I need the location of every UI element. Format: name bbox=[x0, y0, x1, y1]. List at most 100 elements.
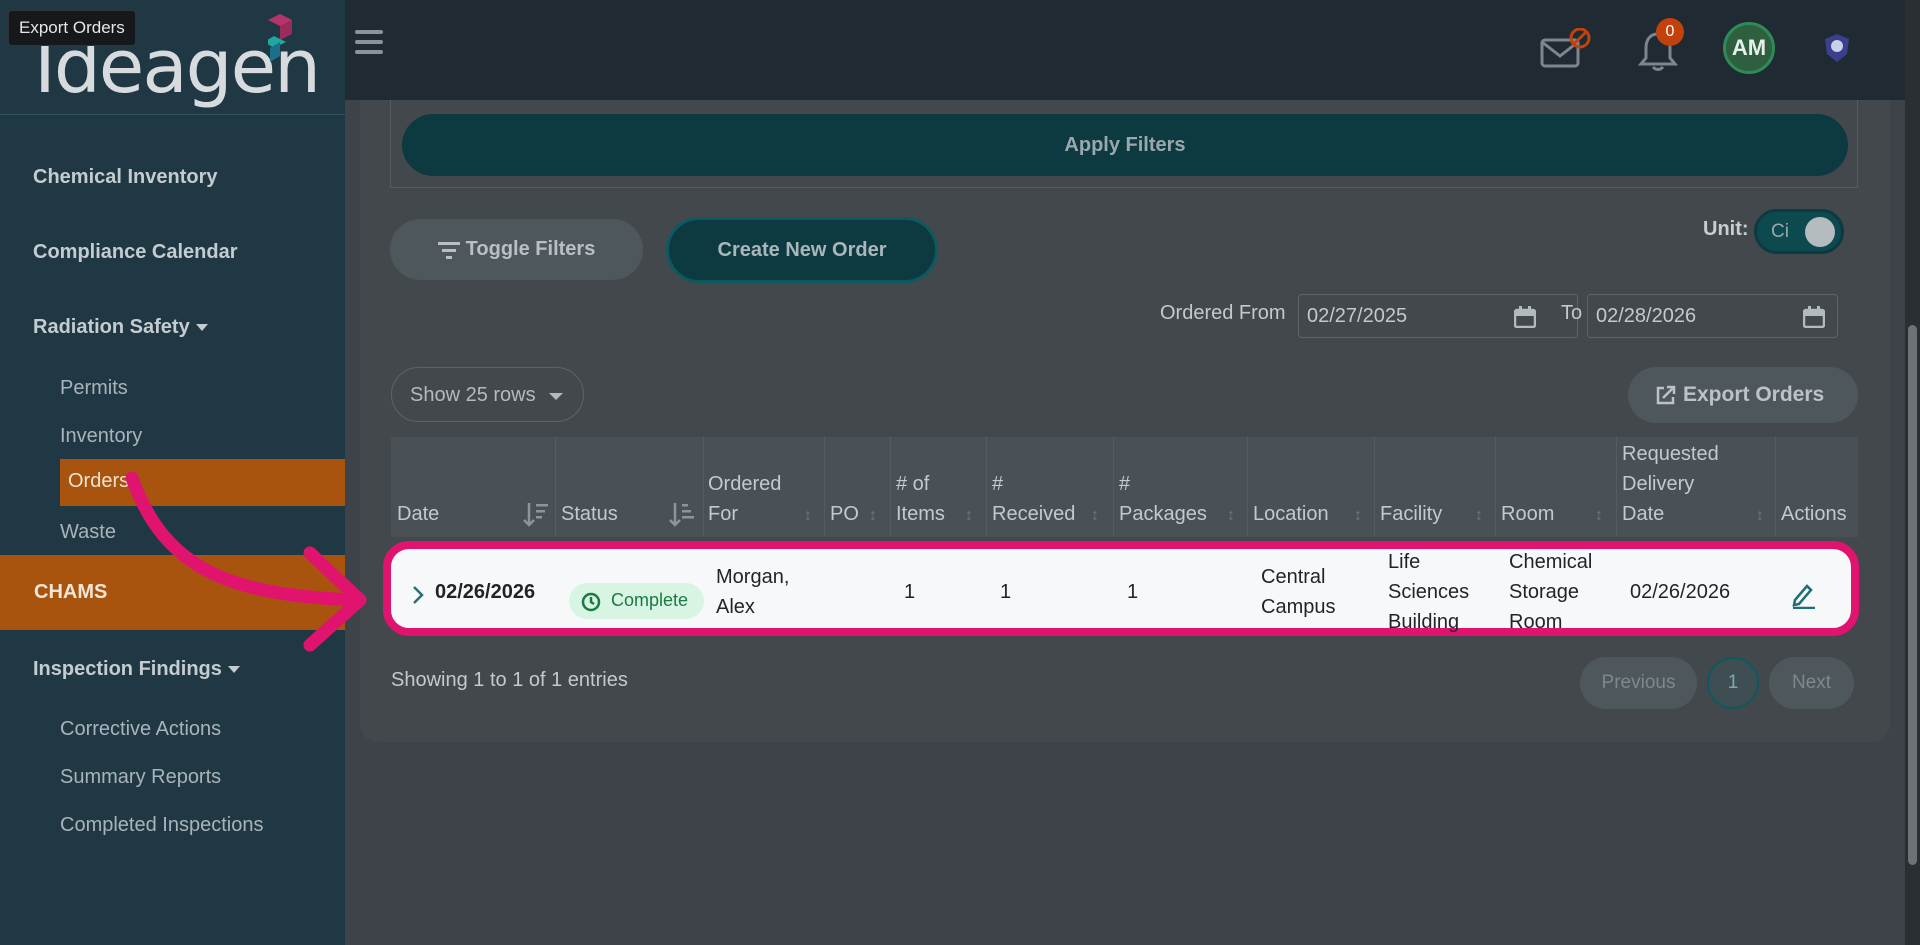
sort-desc-icon[interactable] bbox=[523, 501, 549, 527]
export-icon bbox=[1656, 385, 1676, 405]
nav-summary-reports[interactable]: Summary Reports bbox=[60, 766, 221, 789]
nav-inspection-findings-label: Inspection Findings bbox=[33, 658, 222, 680]
sort-icon[interactable]: ↕ bbox=[1595, 507, 1603, 525]
to-label: To bbox=[1561, 302, 1583, 324]
column-divider bbox=[1775, 437, 1776, 537]
page-1-button[interactable]: 1 bbox=[1707, 657, 1759, 709]
show-rows-select[interactable]: Show 25 rows bbox=[391, 367, 584, 422]
previous-page-button[interactable]: Previous bbox=[1580, 657, 1697, 709]
col-location[interactable]: Location bbox=[1253, 499, 1329, 529]
col-received[interactable]: # Received bbox=[992, 469, 1075, 529]
export-orders-button[interactable]: Export Orders bbox=[1628, 367, 1858, 423]
notification-badge: 0 bbox=[1656, 18, 1684, 46]
col-po[interactable]: PO bbox=[830, 499, 859, 529]
toggle-filters-button[interactable]: Toggle Filters bbox=[390, 219, 643, 280]
nav-radiation-safety[interactable]: Radiation Safety bbox=[33, 316, 208, 339]
nav-corrective-actions[interactable]: Corrective Actions bbox=[60, 718, 221, 741]
col-rdd-line2: Delivery bbox=[1622, 473, 1695, 495]
toggle-filters-label: Toggle Filters bbox=[465, 238, 596, 260]
sidebar: Ideagen Export Orders Chemical Inventory… bbox=[0, 0, 345, 945]
ordered-to-input[interactable]: 02/28/2026 bbox=[1587, 294, 1838, 338]
col-date[interactable]: Date bbox=[397, 499, 439, 529]
col-room[interactable]: Room bbox=[1501, 499, 1554, 529]
col-packages-line2: Packages bbox=[1119, 503, 1207, 525]
mail-icon[interactable] bbox=[1540, 28, 1592, 72]
sort-icon[interactable]: ↕ bbox=[1354, 507, 1362, 525]
col-rdd-line3: Date bbox=[1622, 503, 1665, 525]
hamburger-menu-icon[interactable] bbox=[355, 30, 383, 60]
tooltip: Export Orders bbox=[8, 10, 136, 46]
next-page-button[interactable]: Next bbox=[1769, 657, 1854, 709]
sort-icon[interactable]: ↕ bbox=[804, 507, 812, 525]
col-ordered-for[interactable]: Ordered For bbox=[708, 469, 781, 529]
caret-down-icon bbox=[227, 666, 240, 674]
row-facility: Life Sciences Building bbox=[1388, 547, 1469, 637]
col-ordered-for-line2: For bbox=[708, 503, 738, 525]
row-location-line2: Campus bbox=[1261, 596, 1336, 618]
toggle-knob bbox=[1805, 217, 1835, 247]
nav-completed-inspections[interactable]: Completed Inspections bbox=[60, 814, 263, 837]
nav-waste[interactable]: Waste bbox=[60, 521, 116, 544]
filter-icon bbox=[437, 241, 460, 259]
ordered-from-input[interactable]: 02/27/2025 bbox=[1298, 294, 1578, 338]
user-avatar[interactable]: AM bbox=[1723, 22, 1775, 74]
apply-filters-button[interactable]: Apply Filters bbox=[402, 114, 1848, 176]
row-ordered-for-line2: Alex bbox=[716, 596, 755, 618]
chevron-right-icon[interactable] bbox=[411, 585, 425, 605]
scrollbar-thumb[interactable] bbox=[1908, 325, 1917, 865]
column-divider bbox=[1113, 437, 1114, 537]
nav-chemical-inventory[interactable]: Chemical Inventory bbox=[33, 166, 218, 189]
sort-asc-icon[interactable] bbox=[669, 501, 695, 527]
row-location-line1: Central bbox=[1261, 566, 1326, 588]
column-divider bbox=[824, 437, 825, 537]
ordered-from-label: Ordered From bbox=[1160, 302, 1286, 324]
col-status[interactable]: Status bbox=[561, 499, 618, 529]
chevron-down-icon bbox=[549, 393, 563, 400]
crest-icon[interactable] bbox=[1823, 32, 1851, 64]
column-divider bbox=[555, 437, 556, 537]
nav-compliance-calendar[interactable]: Compliance Calendar bbox=[33, 241, 238, 264]
nav-inspection-findings[interactable]: Inspection Findings bbox=[33, 658, 240, 681]
col-items-line2: Items bbox=[896, 503, 945, 525]
show-rows-value: Show 25 rows bbox=[410, 384, 536, 406]
table-row[interactable]: 02/26/2026 Complete Morgan, Alex 1 1 1 Ce… bbox=[383, 541, 1859, 636]
create-new-order-button[interactable]: Create New Order bbox=[666, 217, 938, 283]
unit-toggle[interactable]: Ci bbox=[1754, 209, 1844, 254]
row-facility-line3: Building bbox=[1388, 611, 1460, 633]
row-items: 1 bbox=[904, 581, 916, 603]
column-divider bbox=[1495, 437, 1496, 537]
sort-icon[interactable]: ↕ bbox=[965, 507, 973, 525]
nav-orders[interactable]: Orders bbox=[60, 459, 345, 506]
nav-permits[interactable]: Permits bbox=[60, 377, 128, 400]
sort-icon[interactable]: ↕ bbox=[1475, 507, 1483, 525]
col-facility[interactable]: Facility bbox=[1380, 499, 1442, 529]
calendar-icon[interactable] bbox=[1514, 306, 1536, 328]
calendar-icon[interactable] bbox=[1803, 306, 1825, 328]
sort-icon[interactable]: ↕ bbox=[1756, 507, 1764, 525]
column-divider bbox=[1247, 437, 1248, 537]
nav-radiation-safety-label: Radiation Safety bbox=[33, 316, 190, 338]
col-received-line2: Received bbox=[992, 503, 1076, 525]
column-divider bbox=[1374, 437, 1375, 537]
export-orders-label: Export Orders bbox=[1683, 383, 1825, 406]
clock-icon bbox=[581, 592, 601, 612]
column-divider bbox=[703, 437, 704, 537]
logo-cube-icon bbox=[268, 14, 292, 62]
col-items[interactable]: # of Items bbox=[896, 469, 945, 529]
col-requested-delivery[interactable]: Requested Delivery Date bbox=[1622, 439, 1719, 529]
row-ordered-for: Morgan, Alex bbox=[716, 562, 789, 622]
row-date: 02/26/2026 bbox=[435, 581, 536, 603]
sort-icon[interactable]: ↕ bbox=[1091, 507, 1099, 525]
nav-chams[interactable]: CHAMS bbox=[0, 555, 345, 630]
nav-inventory[interactable]: Inventory bbox=[60, 425, 142, 448]
col-packages[interactable]: # Packages bbox=[1119, 469, 1207, 529]
column-divider bbox=[1616, 437, 1617, 537]
unit-label: Unit: bbox=[1703, 218, 1749, 240]
sort-icon[interactable]: ↕ bbox=[1227, 507, 1235, 525]
caret-down-icon bbox=[195, 324, 208, 332]
edit-pencil-icon[interactable] bbox=[1791, 581, 1817, 609]
col-items-line1: # of bbox=[896, 473, 930, 495]
sort-icon[interactable]: ↕ bbox=[869, 507, 877, 525]
col-packages-line1: # bbox=[1119, 473, 1131, 495]
row-location: Central Campus bbox=[1261, 562, 1335, 622]
